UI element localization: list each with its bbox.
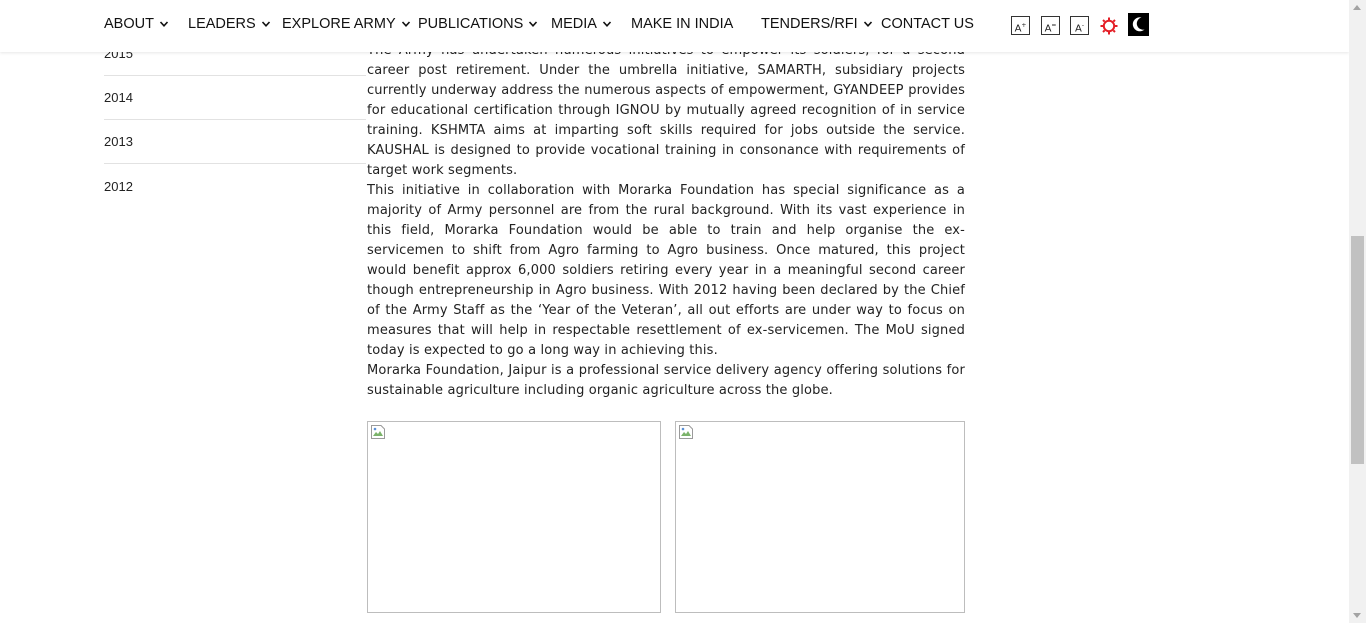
year-link-2013[interactable]: 2013: [104, 120, 366, 164]
scroll-down-icon[interactable]: [1353, 613, 1361, 618]
article-body: The Army has undertaken numerous initiat…: [367, 41, 965, 401]
scroll-up-icon[interactable]: [1353, 5, 1361, 10]
nav-make-in-india[interactable]: MAKE IN INDIA: [631, 16, 733, 32]
broken-image-icon: [679, 425, 693, 439]
year-label[interactable]: 2013: [104, 134, 133, 149]
nav-publications[interactable]: PUBLICATIONS: [418, 16, 538, 32]
nav-label: MEDIA: [551, 16, 597, 32]
reset-font-button[interactable]: A=: [1041, 16, 1060, 35]
year-archive-list: 2015 2014 2013 2012: [104, 32, 366, 208]
page-scrollbar[interactable]: [1349, 0, 1366, 623]
dark-theme-icon: [1132, 17, 1145, 32]
year-label[interactable]: 2012: [104, 179, 133, 194]
main-navbar: ABOUT LEADERS EXPLORE ARMY PUBLICATIONS …: [0, 0, 1349, 52]
broken-image-icon: [371, 425, 385, 439]
article-paragraph-2: This initiative in collaboration with Mo…: [367, 183, 965, 358]
nav-label: MAKE IN INDIA: [631, 16, 734, 32]
chevron-down-icon: [863, 21, 872, 27]
article-image-1: [367, 421, 661, 613]
nav-label: LEADERS: [188, 16, 256, 32]
year-link-2012[interactable]: 2012: [104, 164, 366, 208]
year-link-2014[interactable]: 2014: [104, 76, 366, 120]
article-paragraph-1: The Army has undertaken numerous initiat…: [367, 43, 965, 178]
nav-leaders[interactable]: LEADERS: [188, 16, 271, 32]
nav-label: EXPLORE ARMY: [282, 16, 396, 32]
nav-tenders-rfi[interactable]: TENDERS/RFI: [761, 16, 873, 32]
article-image-2: [675, 421, 965, 613]
dark-theme-button[interactable]: [1128, 13, 1149, 36]
nav-about[interactable]: ABOUT: [104, 16, 169, 32]
decrease-font-button[interactable]: A-: [1070, 16, 1089, 35]
chevron-down-icon: [602, 21, 612, 27]
article-paragraph-3: Morarka Foundation, Jaipur is a professi…: [367, 363, 965, 398]
nav-media[interactable]: MEDIA: [551, 16, 612, 32]
nav-explore-army[interactable]: EXPLORE ARMY: [282, 16, 411, 32]
nav-contact-us[interactable]: CONTACT US: [881, 16, 974, 32]
chevron-down-icon: [529, 21, 538, 27]
nav-label: TENDERS/RFI: [761, 16, 858, 32]
year-label[interactable]: 2014: [104, 90, 133, 105]
decrease-font-icon: A: [1074, 23, 1082, 35]
light-theme-button[interactable]: [1098, 15, 1120, 37]
nav-label: CONTACT US: [881, 16, 974, 32]
nav-label: ABOUT: [104, 16, 154, 32]
nav-label: PUBLICATIONS: [418, 16, 524, 32]
increase-font-button[interactable]: A+: [1011, 16, 1030, 35]
scroll-thumb[interactable]: [1351, 236, 1364, 464]
chevron-down-icon: [261, 21, 270, 27]
chevron-down-icon: [401, 21, 410, 27]
chevron-down-icon: [159, 21, 169, 27]
light-theme-icon: [1100, 17, 1118, 35]
